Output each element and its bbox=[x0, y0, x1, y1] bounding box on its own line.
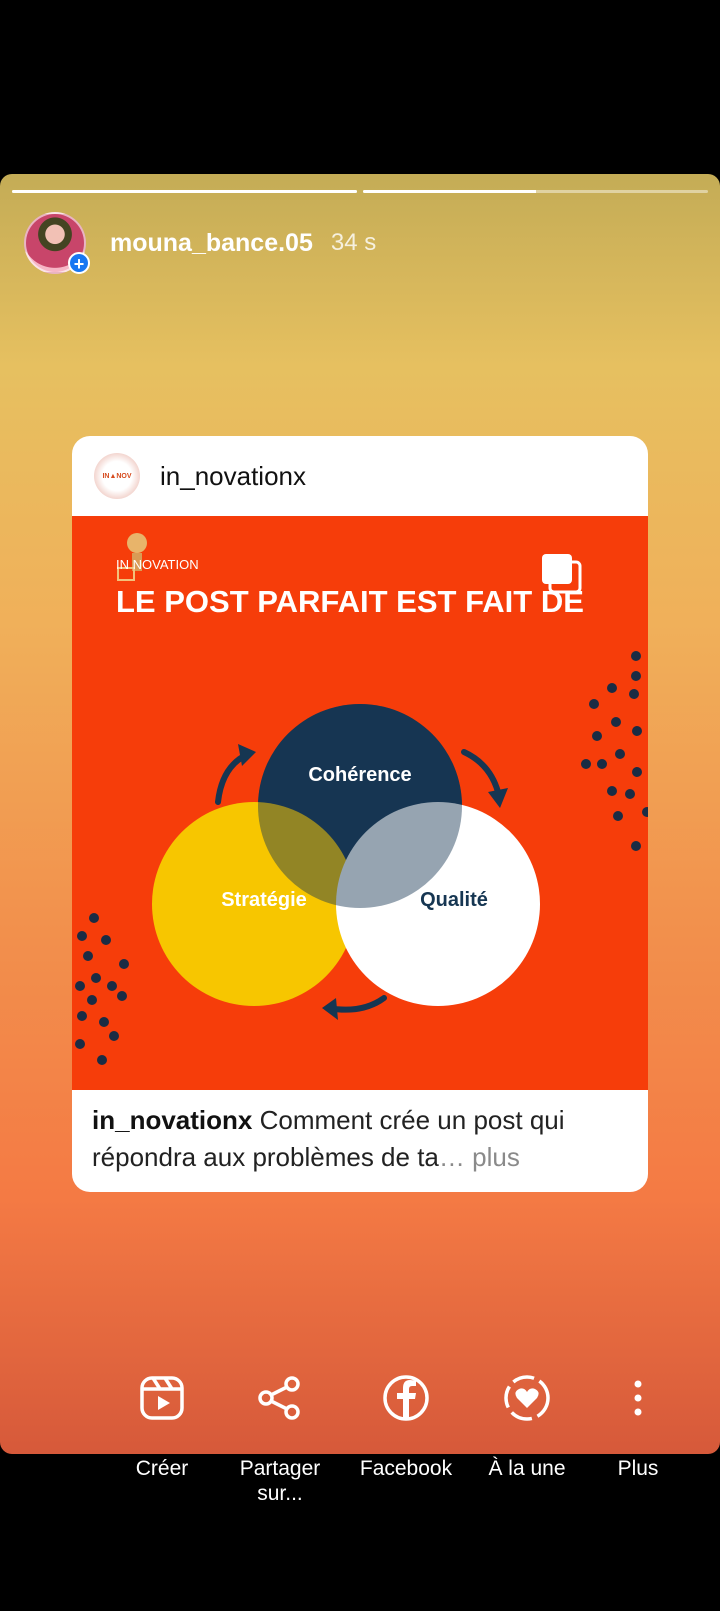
decor-dots-left bbox=[75, 913, 129, 1065]
more-button[interactable]: Plus bbox=[578, 1368, 698, 1481]
add-story-icon[interactable]: + bbox=[68, 252, 90, 274]
create-label: Créer bbox=[135, 1457, 189, 1480]
story-progress bbox=[12, 190, 708, 194]
post-headline: LE POST PARFAIT EST FAIT DE bbox=[116, 584, 584, 619]
create-button[interactable]: Créer bbox=[102, 1368, 222, 1481]
caption-username[interactable]: in_novationx bbox=[92, 1105, 252, 1135]
decor-dots-right bbox=[581, 651, 648, 851]
shared-post-card[interactable]: IN▲NOV in_novationx IN NOVATION LE POST … bbox=[72, 436, 648, 1192]
share-icon bbox=[220, 1368, 340, 1428]
venn-label-strategie: Stratégie bbox=[221, 889, 307, 911]
highlight-label: À la une bbox=[488, 1457, 566, 1480]
caption-more-link[interactable]: plus bbox=[472, 1142, 520, 1172]
brand-logo: IN NOVATION bbox=[116, 533, 199, 581]
post-header: IN▲NOV in_novationx bbox=[72, 436, 648, 516]
post-author-name[interactable]: in_novationx bbox=[160, 461, 306, 492]
facebook-icon bbox=[346, 1368, 466, 1428]
more-label: Plus bbox=[617, 1457, 659, 1480]
reels-icon bbox=[102, 1368, 222, 1428]
story-header: + mouna_bance.05 34 s bbox=[24, 212, 376, 274]
post-image[interactable]: IN NOVATION LE POST PARFAIT EST FAIT DE bbox=[72, 516, 648, 1090]
caption-ellipsis: … bbox=[438, 1142, 473, 1172]
highlight-icon bbox=[467, 1368, 587, 1428]
story-timestamp: 34 s bbox=[330, 229, 377, 256]
post-caption[interactable]: in_novationx Comment crée un post qui ré… bbox=[92, 1102, 628, 1176]
facebook-label: Facebook bbox=[359, 1457, 453, 1480]
more-vertical-icon bbox=[578, 1368, 698, 1428]
venn-label-qualite: Qualité bbox=[420, 889, 488, 911]
share-to-label: Partager sur... bbox=[239, 1457, 321, 1505]
post-author-avatar[interactable]: IN▲NOV bbox=[94, 453, 140, 499]
share-to-button[interactable]: Partager sur... bbox=[220, 1368, 340, 1506]
story-view[interactable]: + mouna_bance.05 34 s IN▲NOV in_novation… bbox=[0, 174, 720, 1454]
brand-logo-text: IN NOVATION bbox=[116, 557, 199, 572]
highlight-button[interactable]: À la une bbox=[467, 1368, 587, 1481]
facebook-button[interactable]: Facebook bbox=[346, 1368, 466, 1481]
progress-segment-1 bbox=[12, 190, 357, 193]
avatar[interactable]: + bbox=[24, 212, 90, 274]
progress-segment-2 bbox=[363, 190, 708, 193]
story-username[interactable]: mouna_bance.05 bbox=[110, 229, 313, 258]
venn-label-coherence: Cohérence bbox=[308, 764, 411, 786]
